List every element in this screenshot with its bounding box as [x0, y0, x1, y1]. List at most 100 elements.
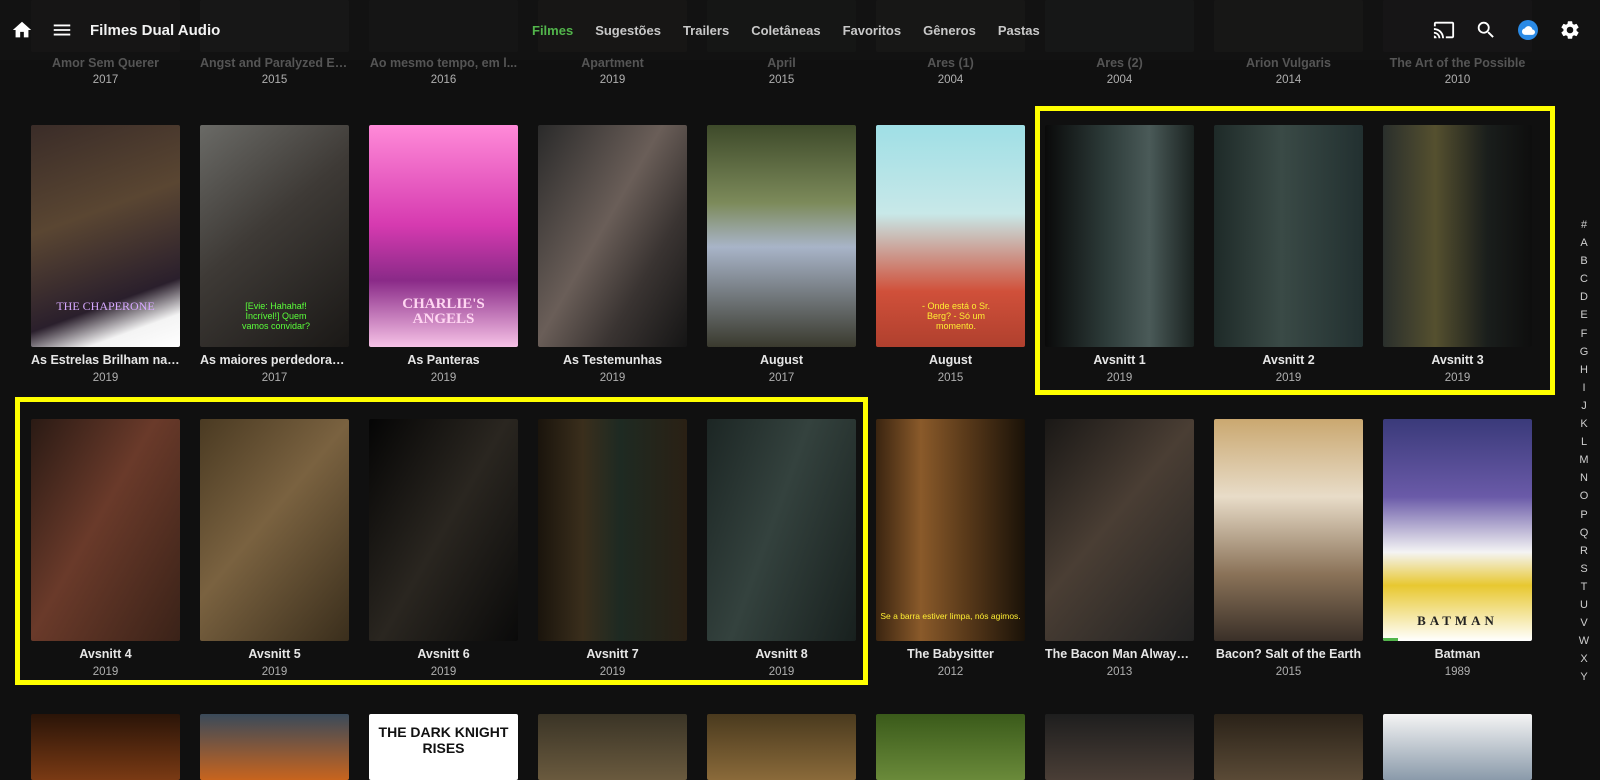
alphabet-letter[interactable]: B [1577, 252, 1591, 270]
alphabet-letter[interactable]: S [1577, 560, 1591, 578]
sync-cloud-icon[interactable] [1508, 10, 1548, 50]
top-app-bar: Filmes Dual Audio Filmes Sugestões Trail… [0, 0, 1600, 60]
list-item[interactable]: Amor Sem Querer 2017 [31, 56, 180, 86]
movie-card[interactable]: CHARLIE'S ANGELS As Panteras 2019 [369, 125, 518, 384]
alphabet-letter[interactable]: C [1577, 270, 1591, 288]
list-item[interactable]: Ares (2) 2004 [1045, 56, 1194, 86]
alphabet-letter[interactable]: R [1577, 542, 1591, 560]
poster[interactable] [538, 714, 687, 780]
card-title: Arion Vulgaris [1246, 56, 1331, 70]
list-item[interactable]: Apartment 2019 [538, 56, 687, 86]
tab-sugestoes[interactable]: Sugestões [595, 23, 661, 38]
alphabet-letter[interactable]: H [1577, 361, 1591, 379]
tab-coletaneas[interactable]: Coletâneas [751, 23, 820, 38]
movie-card[interactable]: Avsnitt 1 2019 [1045, 125, 1194, 384]
list-item[interactable]: April 2015 [707, 56, 856, 86]
alphabet-letter[interactable]: W [1577, 632, 1591, 650]
card-title: August [759, 353, 804, 367]
card-year: 1989 [1444, 666, 1471, 678]
alphabet-letter[interactable]: O [1577, 487, 1591, 505]
alphabet-letter[interactable]: N [1577, 469, 1591, 487]
alphabet-letter[interactable]: L [1577, 433, 1591, 451]
poster[interactable] [1045, 714, 1194, 780]
movie-card[interactable]: Avsnitt 2 2019 [1214, 125, 1363, 384]
alphabet-letter[interactable]: A [1577, 234, 1591, 252]
alphabet-letter[interactable]: G [1577, 343, 1591, 361]
movie-card[interactable]: THE CHAPERONE As Estrelas Brilham na ...… [31, 125, 180, 384]
watch-progress-bar [1383, 638, 1398, 641]
poster [200, 419, 349, 641]
alphabet-letter[interactable]: D [1577, 288, 1591, 306]
alphabet-letter[interactable]: M [1577, 451, 1591, 469]
poster[interactable] [31, 714, 180, 780]
card-title: Ares (1) [927, 56, 974, 70]
alphabet-letter[interactable]: J [1577, 397, 1591, 415]
card-title: Ares (2) [1096, 56, 1143, 70]
movie-card[interactable]: Avsnitt 8 2019 [707, 419, 856, 678]
alphabet-letter[interactable]: P [1577, 506, 1591, 524]
tab-filmes[interactable]: Filmes [532, 23, 573, 38]
poster-title-text: BATMAN [1417, 613, 1498, 628]
card-year: 2004 [1106, 74, 1133, 86]
movie-card[interactable]: - Onde está o Sr. Berg? - Só um momento.… [876, 125, 1025, 384]
poster[interactable] [1383, 714, 1532, 780]
movie-card[interactable]: Avsnitt 5 2019 [200, 419, 349, 678]
movie-card[interactable]: [Evie: Hahahaf! Incrível!] Quem vamos co… [200, 125, 349, 384]
card-year: 2004 [937, 74, 964, 86]
movie-card[interactable]: August 2017 [707, 125, 856, 384]
poster[interactable] [1214, 714, 1363, 780]
card-year: 2019 [599, 666, 626, 678]
poster[interactable] [200, 714, 349, 780]
movie-card[interactable]: Avsnitt 4 2019 [31, 419, 180, 678]
alphabet-letter[interactable]: K [1577, 415, 1591, 433]
tab-trailers[interactable]: Trailers [683, 23, 729, 38]
alphabet-letter[interactable]: I [1577, 379, 1591, 397]
alphabet-letter[interactable]: F [1577, 325, 1591, 343]
poster[interactable]: THE DARK KNIGHT RISES [369, 714, 518, 780]
alphabet-letter[interactable]: U [1577, 596, 1591, 614]
list-item[interactable]: The Art of the Possible 2010 [1383, 56, 1532, 86]
home-icon[interactable] [2, 10, 42, 50]
card-title: Avsnitt 5 [248, 647, 301, 661]
tab-pastas[interactable]: Pastas [998, 23, 1040, 38]
movie-card[interactable]: BATMAN Batman 1989 [1383, 419, 1532, 678]
movie-card[interactable]: Bacon? Salt of the Earth 2015 [1214, 419, 1363, 678]
card-title: Avsnitt 1 [1093, 353, 1146, 367]
movie-card[interactable]: Avsnitt 7 2019 [538, 419, 687, 678]
settings-gear-icon[interactable] [1550, 10, 1590, 50]
search-icon[interactable] [1466, 10, 1506, 50]
poster[interactable] [876, 714, 1025, 780]
alphabet-letter[interactable]: Y [1577, 668, 1591, 686]
alphabet-letter[interactable]: T [1577, 578, 1591, 596]
alphabet-letter[interactable]: Q [1577, 524, 1591, 542]
list-item[interactable]: Ares (1) 2004 [876, 56, 1025, 86]
movie-card[interactable]: As Testemunhas 2019 [538, 125, 687, 384]
alphabet-letter[interactable]: # [1577, 216, 1591, 234]
cast-icon[interactable] [1424, 10, 1464, 50]
poster-title-text: THE CHAPERONE [56, 299, 155, 313]
poster [1214, 419, 1363, 641]
poster [1045, 419, 1194, 641]
card-year: 2019 [261, 666, 288, 678]
subtitle-text: - Onde está o Sr. Berg? - Só um momento. [921, 301, 991, 331]
tab-generos[interactable]: Gêneros [923, 23, 976, 38]
top-row-labels: Amor Sem Querer 2017 Angst and Paralyzed … [31, 56, 1532, 86]
list-item[interactable]: Ao mesmo tempo, em l... 2016 [369, 56, 518, 86]
list-item[interactable]: Arion Vulgaris 2014 [1214, 56, 1363, 86]
movie-card[interactable]: Avsnitt 6 2019 [369, 419, 518, 678]
card-title: August [928, 353, 973, 367]
alphabet-letter[interactable]: V [1577, 614, 1591, 632]
card-title: As maiores perdedoras ... [200, 353, 349, 367]
card-title: Angst and Paralyzed Es... [200, 56, 349, 70]
movie-card[interactable]: Avsnitt 3 2019 [1383, 125, 1532, 384]
poster[interactable] [707, 714, 856, 780]
tab-favoritos[interactable]: Favoritos [843, 23, 902, 38]
menu-icon[interactable] [42, 10, 82, 50]
alphabet-letter[interactable]: E [1577, 306, 1591, 324]
list-item[interactable]: Angst and Paralyzed Es... 2015 [200, 56, 349, 86]
movie-card[interactable]: Se a barra estiver limpa, nós agimos. Th… [876, 419, 1025, 678]
movie-card[interactable]: The Bacon Man Always ... 2013 [1045, 419, 1194, 678]
card-year: 2019 [1444, 372, 1471, 384]
card-year: 2019 [1106, 372, 1133, 384]
alphabet-letter[interactable]: X [1577, 650, 1591, 668]
